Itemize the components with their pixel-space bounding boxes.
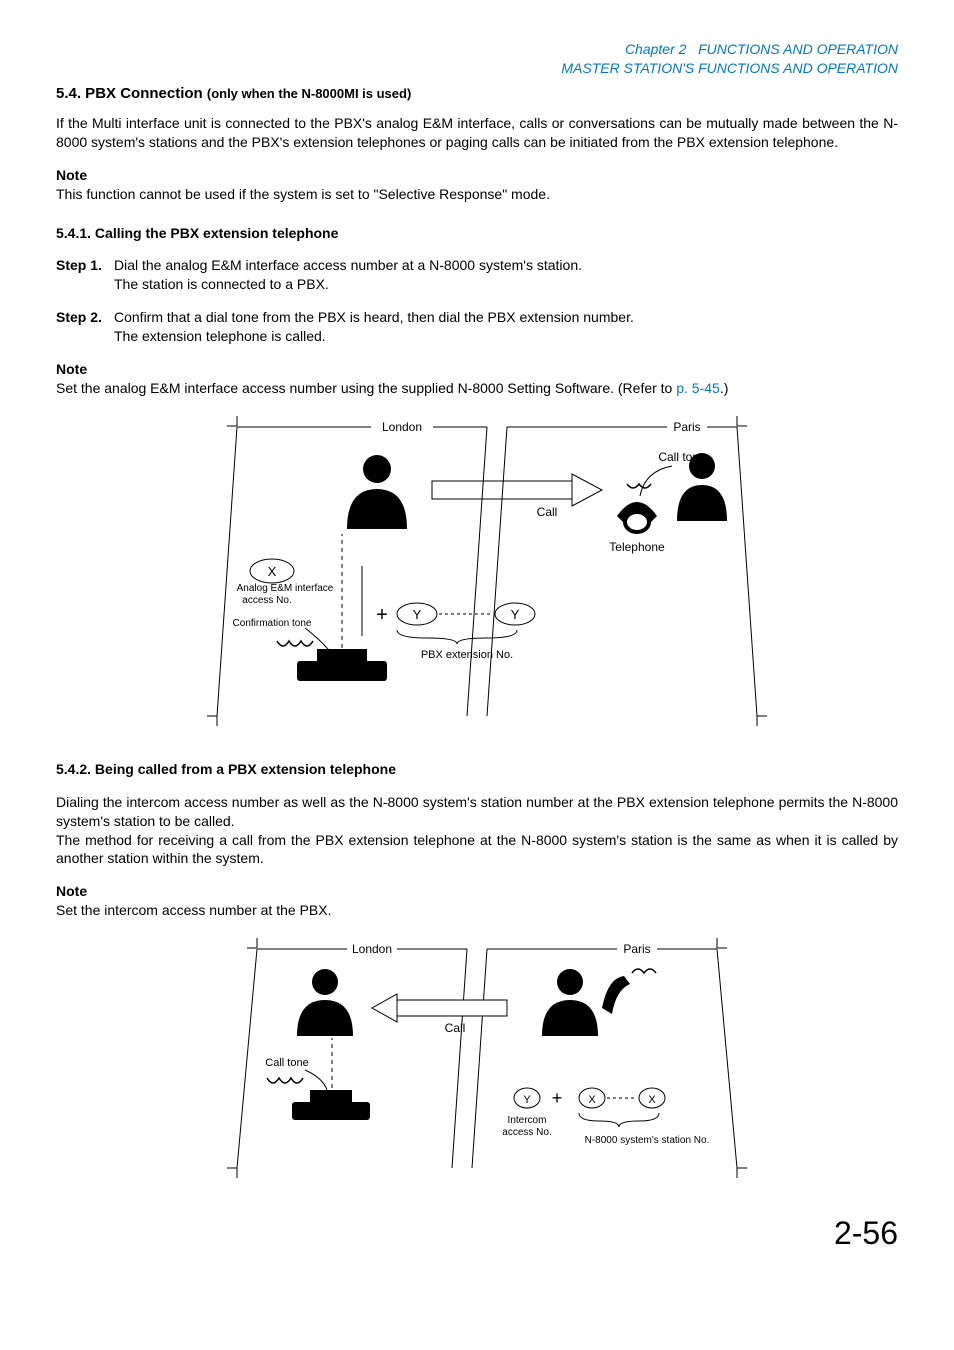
diagram-calling-pbx: London Paris Call Call tone Telephone X — [177, 416, 777, 736]
svg-text:London: London — [382, 420, 422, 434]
step-1-text: Dial the analog E&M interface access num… — [114, 256, 898, 294]
svg-text:+: + — [376, 604, 388, 626]
svg-text:Paris: Paris — [623, 942, 650, 956]
step-1-label: Step 1. — [56, 256, 114, 294]
note-heading-3: Note — [56, 882, 898, 901]
svg-text:X: X — [268, 564, 277, 579]
page-link[interactable]: p. 5-45 — [676, 380, 720, 396]
svg-text:X: X — [588, 1094, 596, 1106]
svg-text:Confirmation tone: Confirmation tone — [233, 618, 312, 629]
s542-p2: The method for receiving a call from the… — [56, 831, 898, 869]
section-title: 5.4. PBX Connection (only when the N-800… — [56, 84, 898, 104]
note-heading: Note — [56, 166, 898, 185]
step-2-label: Step 2. — [56, 308, 114, 346]
section-num: 5.4. PBX Connection — [56, 85, 207, 102]
svg-text:Call: Call — [445, 1021, 466, 1035]
svg-text:Paris: Paris — [673, 420, 700, 434]
diagram-being-called: London Paris Call tone Call Y + X — [197, 938, 757, 1188]
section-sub: (only when the N-8000MI is used) — [207, 86, 411, 101]
chapter-label: Chapter 2 — [625, 41, 686, 57]
svg-text:Call tone: Call tone — [265, 1057, 308, 1069]
page-number: 2-56 — [56, 1212, 898, 1255]
note-body-2: Set the analog E&M interface access numb… — [56, 379, 898, 398]
svg-text:access No.: access No. — [502, 1127, 551, 1138]
step-1: Step 1. Dial the analog E&M interface ac… — [56, 256, 898, 294]
svg-text:PBX extension No.: PBX extension No. — [421, 649, 513, 661]
step-2: Step 2. Confirm that a dial tone from th… — [56, 308, 898, 346]
svg-text:Call: Call — [537, 505, 558, 519]
svg-text:Y: Y — [413, 607, 422, 622]
svg-text:Analog E&M interface: Analog E&M interface — [237, 583, 334, 594]
svg-text:access No.: access No. — [242, 595, 291, 606]
chapter-header: Chapter 2 FUNCTIONS AND OPERATION MASTER… — [56, 40, 898, 78]
svg-text:Telephone: Telephone — [609, 540, 665, 554]
svg-text:+: + — [552, 1088, 563, 1108]
step-2-text: Confirm that a dial tone from the PBX is… — [114, 308, 898, 346]
chapter-title-1: FUNCTIONS AND OPERATION — [698, 41, 898, 57]
note-heading-2: Note — [56, 360, 898, 379]
svg-text:N-8000 system's station No.: N-8000 system's station No. — [585, 1135, 710, 1146]
subsection-541-title: 5.4.1. Calling the PBX extension telepho… — [56, 224, 898, 243]
svg-text:Y: Y — [511, 607, 520, 622]
svg-text:Y: Y — [523, 1094, 531, 1106]
note-body: This function cannot be used if the syst… — [56, 185, 898, 204]
svg-text:London: London — [352, 942, 392, 956]
subsection-542-title: 5.4.2. Being called from a PBX extension… — [56, 760, 898, 779]
s542-p1: Dialing the intercom access number as we… — [56, 793, 898, 831]
svg-text:X: X — [648, 1094, 656, 1106]
chapter-title-2: MASTER STATION'S FUNCTIONS AND OPERATION — [561, 60, 898, 76]
note-body-3: Set the intercom access number at the PB… — [56, 901, 898, 920]
svg-text:Intercom: Intercom — [508, 1115, 547, 1126]
intro-paragraph: If the Multi interface unit is connected… — [56, 114, 898, 152]
